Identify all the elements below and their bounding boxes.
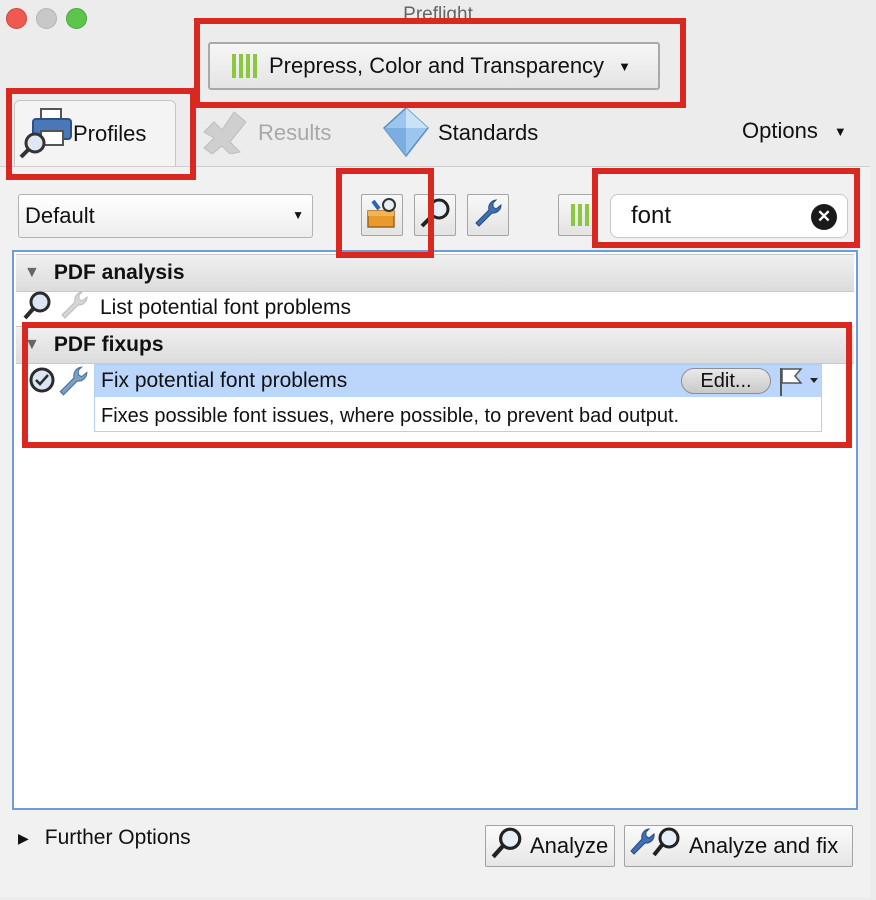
magnifier-icon [419,197,451,234]
library-select[interactable]: Default ▼ [18,194,313,238]
analyze-label: Analyze [530,833,609,858]
show-fixups-button[interactable] [467,194,509,236]
group-pdf-analysis[interactable]: ▼ PDF analysis [16,254,854,292]
wrench-icon [56,364,90,403]
tab-results-label: Results [258,120,332,145]
profile-filter-button[interactable] [558,194,594,236]
results-cross-icon [200,108,252,159]
list-item-label: List potential font problems [100,296,351,319]
show-checks-button[interactable] [414,194,456,236]
fixup-title: Fix potential font problems [101,369,348,392]
clear-search-icon[interactable]: ✕ [811,204,837,230]
list-item[interactable]: List potential font problems [22,289,351,327]
printer-magnifier-icon [19,105,75,164]
profile-dropdown-label: Prepress, Color and Transparency [269,53,605,78]
disclosure-triangle-icon[interactable]: ▼ [24,336,40,354]
wrench-magnifier-icon [629,826,685,866]
search-field[interactable]: ✕ [610,194,848,238]
check-icon [28,366,56,399]
standards-diamond-icon [380,106,432,163]
options-menu[interactable]: Options ▼ [742,118,847,144]
analyze-and-fix-button[interactable]: Analyze and fix [624,825,853,867]
group-label: PDF fixups [53,333,164,356]
chevron-down-icon: ▼ [292,208,304,222]
window-title: Preflight [403,4,473,25]
flag-icon[interactable] [777,366,821,401]
magnifier-icon [490,826,524,866]
show-profiles-button[interactable] [361,194,403,236]
search-input[interactable] [631,202,801,230]
group-pdf-fixups[interactable]: ▼ PDF fixups [16,326,854,364]
chevron-down-icon: ▼ [618,58,631,74]
profile-bars-icon [232,54,257,78]
green-bars-icon [570,204,589,226]
tab-profiles-label: Profiles [73,121,147,146]
selected-fixup-row[interactable]: Fix potential font problems Edit... Fixe… [94,364,822,432]
toolbox-icon [365,197,399,234]
check-magnifier-icon [22,289,54,327]
further-options-toggle[interactable]: ▶ Further Options [18,826,191,850]
fixup-disabled-icon [58,289,90,327]
tab-standards-label: Standards [438,120,539,145]
analyze-fix-label: Analyze and fix [689,833,839,858]
options-menu-label: Options [742,118,818,143]
analyze-button[interactable]: Analyze [485,825,615,867]
fixup-description: Fixes possible font issues, where possib… [101,405,680,427]
disclosure-triangle-icon[interactable]: ▼ [24,264,40,282]
profile-dropdown[interactable]: Prepress, Color and Transparency ▼ [208,42,660,90]
disclosure-right-icon: ▶ [18,829,29,846]
tab-standards[interactable]: Standards [380,106,560,158]
wrench-icon [472,197,504,234]
edit-button[interactable]: Edit... [681,368,771,394]
group-label: PDF analysis [53,261,185,284]
chevron-down-icon: ▼ [833,123,847,139]
further-options-label: Further Options [44,826,191,849]
library-select-value: Default [25,203,95,228]
tab-profiles[interactable]: Profiles [14,100,176,168]
tab-results[interactable]: Results [200,108,350,158]
